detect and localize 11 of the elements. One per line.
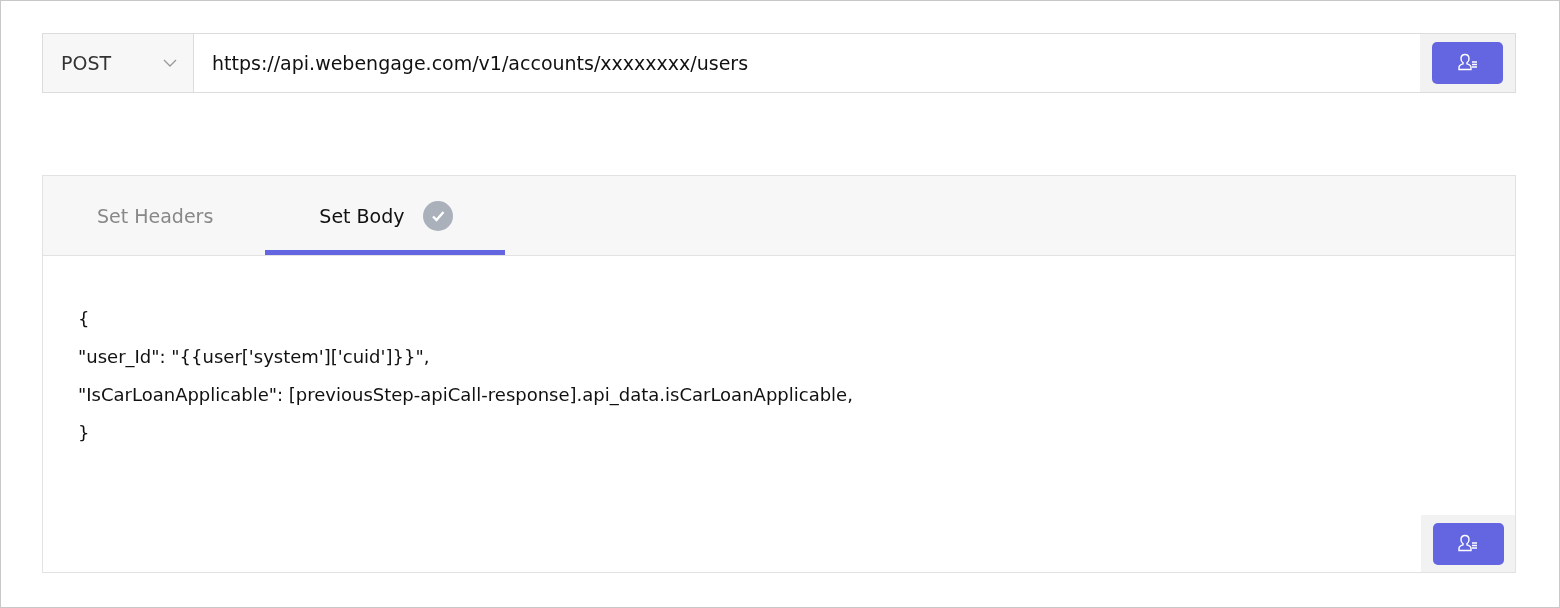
personalize-button[interactable]	[1432, 522, 1504, 565]
chevron-down-icon	[163, 59, 177, 67]
code-line: "user_Id": "{{user['system']['cuid']}}",	[78, 345, 431, 370]
code-line: }	[78, 421, 91, 445]
body-editor[interactable]: { "user_Id": "{{user['system']['cuid']}}", "IsCarLoanApplicable": [previousStep-apiCall-response].api_data.isCarLoanApplicable, }	[43, 256, 1515, 572]
code-line: {	[78, 307, 91, 331]
url-field[interactable]: https://api.webengage.com/v1/accounts/xxxxxxxx/users	[194, 33, 1420, 93]
code-line: "IsCarLoanApplicable": [previousStep-apiCall-response].api_data.isCarLoanApplicable,	[78, 383, 854, 408]
method-select[interactable]: POST	[42, 33, 194, 93]
tab[interactable]: Set Body	[265, 176, 505, 255]
personalize-button[interactable]	[1432, 42, 1503, 84]
